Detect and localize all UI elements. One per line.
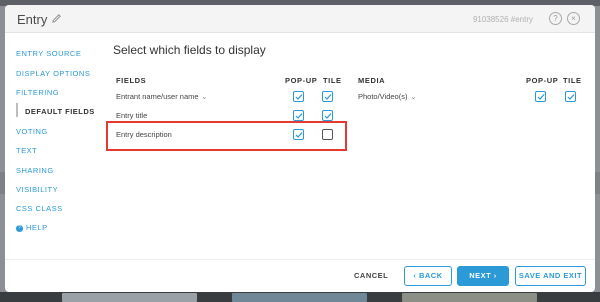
media-tile-column-header: TILE [563,76,582,85]
media-row-label[interactable]: Photo/Video(s) ⌄ [358,92,416,101]
media-popup-checkbox[interactable] [535,91,546,102]
active-indicator [16,103,18,117]
sidebar-item-voting[interactable]: VOTING [16,127,48,136]
entry-settings-modal: Entry 91038526 #entry ? × ENTRY SOURCE D… [5,5,595,292]
sidebar-item-display-options[interactable]: DISPLAY OPTIONS [16,69,90,78]
sidebar-item-visibility[interactable]: VISIBILITY [16,185,58,194]
entry-id: 91038526 #entry [472,15,533,24]
sidebar-item-filtering[interactable]: FILTERING [16,88,59,97]
sidebar-item-help[interactable]: ? HELP [16,223,48,232]
next-button[interactable]: NEXT › [457,266,509,286]
pencil-icon[interactable] [51,13,62,24]
field-tile-checkbox[interactable] [322,91,333,102]
modal-title: Entry [17,12,48,27]
sidebar-item-css-class[interactable]: CSS CLASS [16,204,63,213]
footer-divider [5,259,595,260]
modal-header: Entry 91038526 #entry ? × [5,5,595,33]
save-and-exit-button[interactable]: SAVE AND EXIT [515,266,586,286]
popup-column-header: POP-UP [285,76,318,85]
field-row-label[interactable]: Entrant name/user name ⌄ [116,92,207,101]
cancel-button[interactable]: CANCEL [353,266,389,286]
backdrop-bottom [0,292,600,302]
media-tile-checkbox[interactable] [565,91,576,102]
close-icon[interactable]: × [567,12,580,25]
field-row-label: Entry title [116,111,148,120]
chevron-down-icon[interactable]: ⌄ [202,94,208,101]
help-circle-icon: ? [16,225,23,232]
fields-column-header: FIELDS [116,76,147,85]
back-button[interactable]: ‹ BACK [404,266,452,286]
tile-column-header: TILE [323,76,342,85]
highlight-box [106,121,347,151]
media-column-header: MEDIA [358,76,386,85]
page-title: Select which fields to display [113,43,266,57]
field-popup-checkbox[interactable] [293,110,304,121]
field-tile-checkbox[interactable] [322,110,333,121]
sidebar-item-entry-source[interactable]: ENTRY SOURCE [16,49,81,58]
media-popup-column-header: POP-UP [526,76,559,85]
field-popup-checkbox[interactable] [293,91,304,102]
sidebar-item-sharing[interactable]: SHARING [16,166,54,175]
sidebar-item-default-fields[interactable]: DEFAULT FIELDS [25,107,95,116]
help-icon[interactable]: ? [549,12,562,25]
chevron-down-icon[interactable]: ⌄ [410,94,416,101]
sidebar-item-text[interactable]: TEXT [16,146,37,155]
help-label: HELP [26,223,48,232]
